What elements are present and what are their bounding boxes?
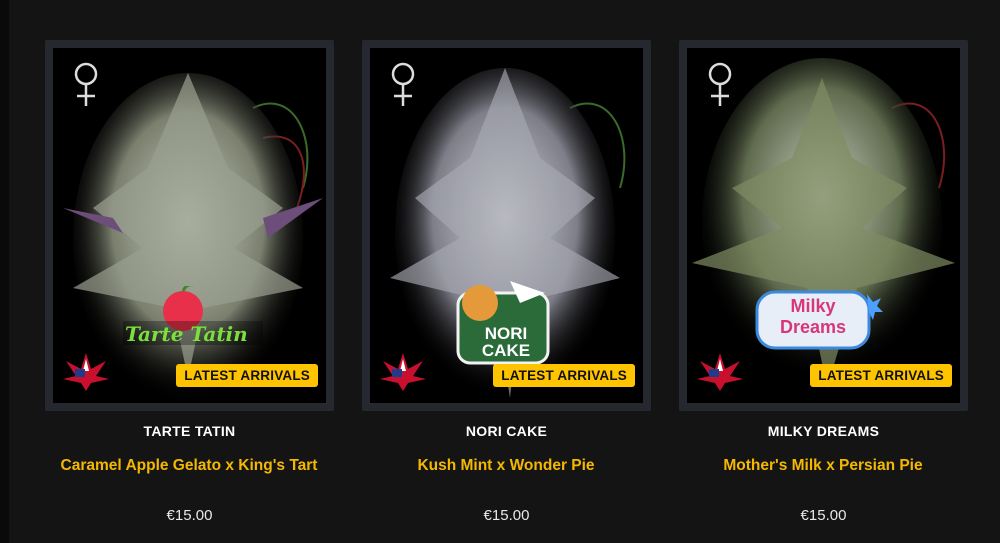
- product-lineage[interactable]: Kush Mint x Wonder Pie: [346, 457, 666, 475]
- usa-flag-leaf-icon: [380, 353, 426, 391]
- female-symbol-icon: [708, 62, 732, 106]
- product-card-nori-cake[interactable]: NORI CAKE LATEST ARRIVALS: [362, 40, 651, 411]
- product-name[interactable]: NORI CAKE: [362, 423, 651, 439]
- product-price: €15.00: [800, 507, 847, 524]
- strain-logo: Tarte Tatin: [113, 283, 263, 371]
- product-name[interactable]: MILKY DREAMS: [679, 423, 968, 439]
- product-name[interactable]: TARTE TATIN: [45, 423, 334, 439]
- usa-flag-leaf-icon: [697, 353, 743, 391]
- usa-flag-leaf-icon: [63, 353, 109, 391]
- product-image[interactable]: Tarte Tatin LATEST ARRIVALS: [53, 48, 326, 403]
- latest-arrivals-badge: LATEST ARRIVALS: [176, 364, 318, 387]
- female-symbol-icon: [391, 62, 415, 106]
- latest-arrivals-badge: LATEST ARRIVALS: [493, 364, 635, 387]
- product-price: €15.00: [483, 507, 530, 524]
- product-card-milky-dreams[interactable]: Milky Dreams LATEST ARRIVALS: [679, 40, 968, 411]
- product-lineage[interactable]: Caramel Apple Gelato x King's Tart: [29, 457, 349, 475]
- product-image[interactable]: Milky Dreams LATEST ARRIVALS: [687, 48, 960, 403]
- product-lineage[interactable]: Mother's Milk x Persian Pie: [663, 457, 983, 475]
- latest-arrivals-badge: LATEST ARRIVALS: [810, 364, 952, 387]
- strain-logo: Milky Dreams: [755, 288, 885, 358]
- product-price: €15.00: [166, 507, 213, 524]
- product-card-tarte-tatin[interactable]: Tarte Tatin LATEST ARRIVALS: [45, 40, 334, 411]
- female-symbol-icon: [74, 62, 98, 106]
- left-sidebar-edge: [0, 0, 9, 543]
- product-image[interactable]: NORI CAKE LATEST ARRIVALS: [370, 48, 643, 403]
- strain-logo: NORI CAKE: [450, 273, 560, 373]
